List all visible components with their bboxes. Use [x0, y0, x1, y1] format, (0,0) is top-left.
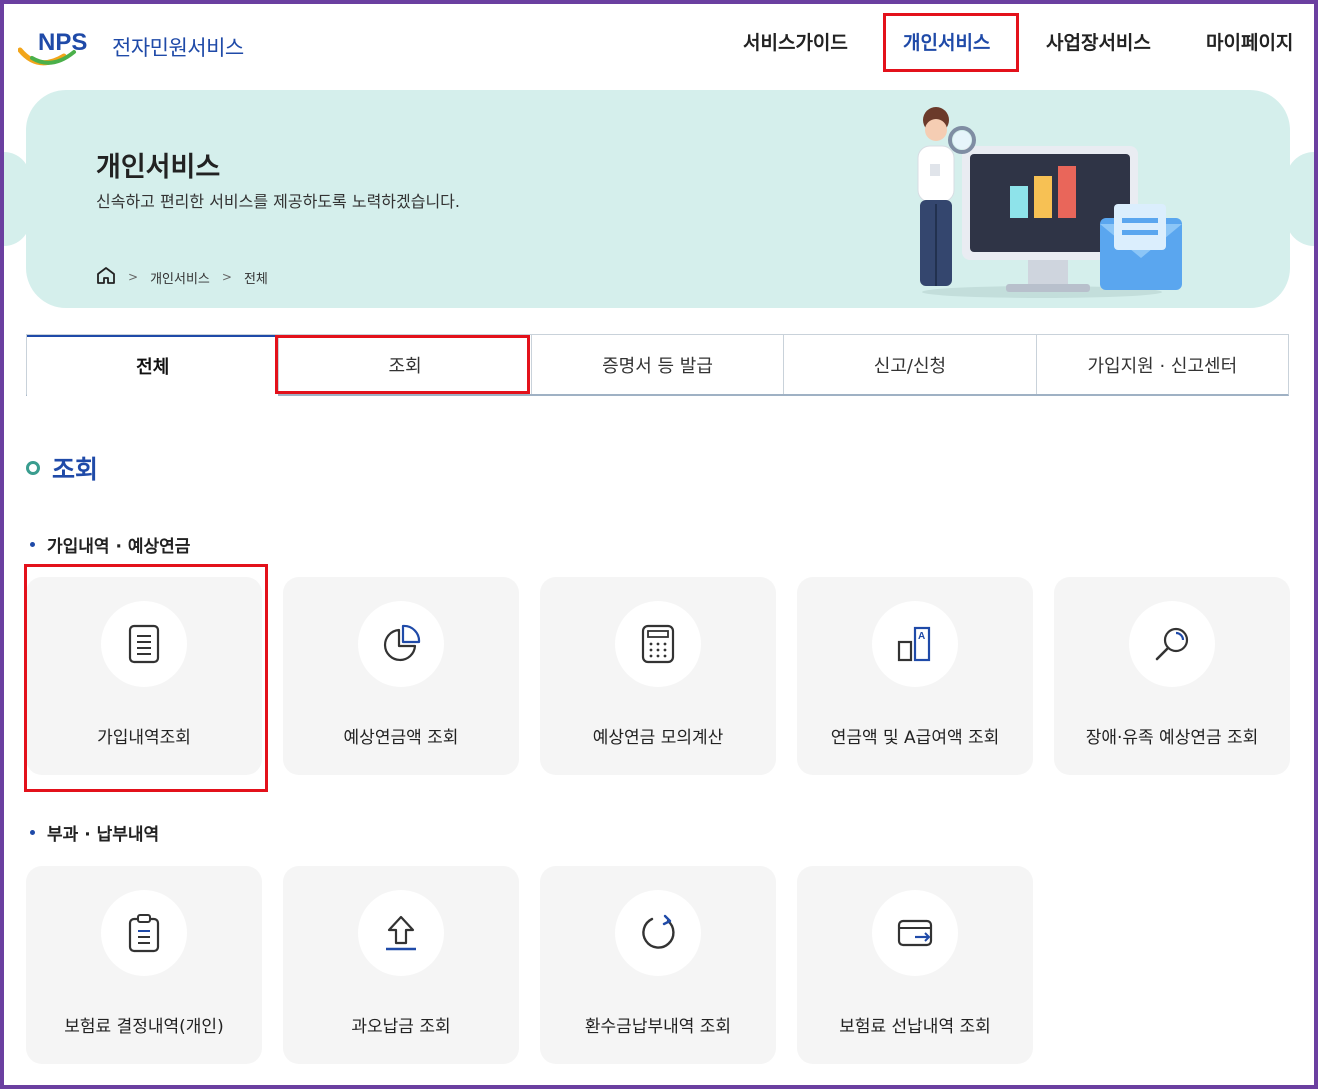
icon-circle: A — [872, 601, 958, 687]
group-title: 가입내역 · 예상연금 — [30, 532, 190, 557]
card-label: 보험료 선납내역 조회 — [839, 1017, 991, 1037]
icon-circle — [872, 890, 958, 976]
svg-text:A: A — [918, 631, 925, 642]
calculator-icon — [641, 624, 675, 664]
nav-mypage[interactable]: 마이페이지 — [1206, 28, 1293, 55]
icon-circle — [615, 890, 701, 976]
home-icon[interactable] — [96, 266, 116, 288]
refresh-icon — [642, 914, 675, 949]
clipboard-icon — [128, 914, 160, 953]
page-description: 신속하고 편리한 서비스를 제공하도록 노력하겠습니다. — [96, 192, 460, 211]
tab-support-center[interactable]: 가입지원 · 신고센터 — [1035, 335, 1289, 394]
logo-text: 전자민원서비스 — [112, 36, 244, 60]
card-label: 예상연금 모의계산 — [592, 728, 724, 748]
nav-business-service[interactable]: 사업장서비스 — [1046, 28, 1151, 55]
card-label: 연금액 및 A급여액 조회 — [830, 728, 1000, 748]
highlight-box-tab — [275, 335, 530, 394]
tab-report-apply[interactable]: 신고/신청 — [783, 335, 1036, 394]
tab-certificate[interactable]: 증명서 등 발급 — [530, 335, 784, 394]
category-tabs: 전체 조회 증명서 등 발급 신고/신청 가입지원 · 신고센터 — [26, 334, 1289, 396]
breadcrumb-item: 전체 — [243, 271, 268, 287]
card-overpayment[interactable]: 과오납금 조회 — [283, 866, 519, 1064]
logo-mark: NPS — [38, 29, 87, 56]
card-label: 장애·유족 예상연금 조회 — [1085, 728, 1259, 748]
group-title-text: 가입내역 · 예상연금 — [47, 537, 191, 557]
highlight-box-card — [24, 564, 268, 792]
bullet-icon — [30, 830, 35, 835]
card-label: 환수금납부내역 조회 — [584, 1017, 732, 1037]
card-premium-prepayment[interactable]: 보험료 선납내역 조회 — [797, 866, 1033, 1064]
icon-circle — [358, 601, 444, 687]
icon-circle — [615, 601, 701, 687]
highlight-box-nav — [883, 13, 1019, 72]
magnifier-icon — [1155, 627, 1189, 661]
breadcrumb-item[interactable]: 개인서비스 — [150, 268, 210, 287]
tab-all[interactable]: 전체 — [27, 335, 279, 396]
pie-chart-icon — [383, 624, 421, 662]
card-refund-payment[interactable]: 환수금납부내역 조회 — [540, 866, 776, 1064]
wallet-icon — [897, 919, 933, 947]
card-label: 보험료 결정내역(개인) — [64, 1017, 224, 1037]
card-label: 과오납금 조회 — [351, 1017, 451, 1037]
banner-illustration — [917, 107, 1182, 298]
chevron-right-icon: > — [128, 270, 139, 284]
icon-circle — [1129, 601, 1215, 687]
icon-circle — [358, 890, 444, 976]
chevron-right-icon: > — [221, 270, 232, 284]
card-disability-survivor-pension[interactable]: 장애·유족 예상연금 조회 — [1054, 577, 1290, 775]
nav-service-guide[interactable]: 서비스가이드 — [743, 28, 848, 55]
group-title-text: 부과 · 납부내역 — [47, 825, 160, 845]
card-pension-a-benefit[interactable]: A 연금액 및 A급여액 조회 — [797, 577, 1033, 775]
card-expected-pension[interactable]: 예상연금액 조회 — [283, 577, 519, 775]
page-title: 개인서비스 — [96, 152, 221, 183]
card-label: 예상연금액 조회 — [343, 728, 459, 748]
section-title-text: 조회 — [52, 455, 99, 484]
upload-arrow-icon — [386, 915, 416, 951]
icon-circle — [101, 890, 187, 976]
circle-bullet-icon — [26, 461, 40, 475]
card-premium-determination[interactable]: 보험료 결정내역(개인) — [26, 866, 262, 1064]
group-title: 부과 · 납부내역 — [30, 820, 159, 845]
bar-a-icon: A — [897, 626, 931, 662]
bullet-icon — [30, 542, 35, 547]
section-title: 조회 — [26, 450, 98, 486]
breadcrumb: > 개인서비스 > 전체 — [96, 266, 268, 288]
card-pension-simulation[interactable]: 예상연금 모의계산 — [540, 577, 776, 775]
nps-logo-icon: NPS — [18, 29, 87, 66]
nps-logo[interactable]: NPS 전자민원서비스 — [18, 24, 244, 70]
banner-edge-right — [1286, 152, 1314, 246]
